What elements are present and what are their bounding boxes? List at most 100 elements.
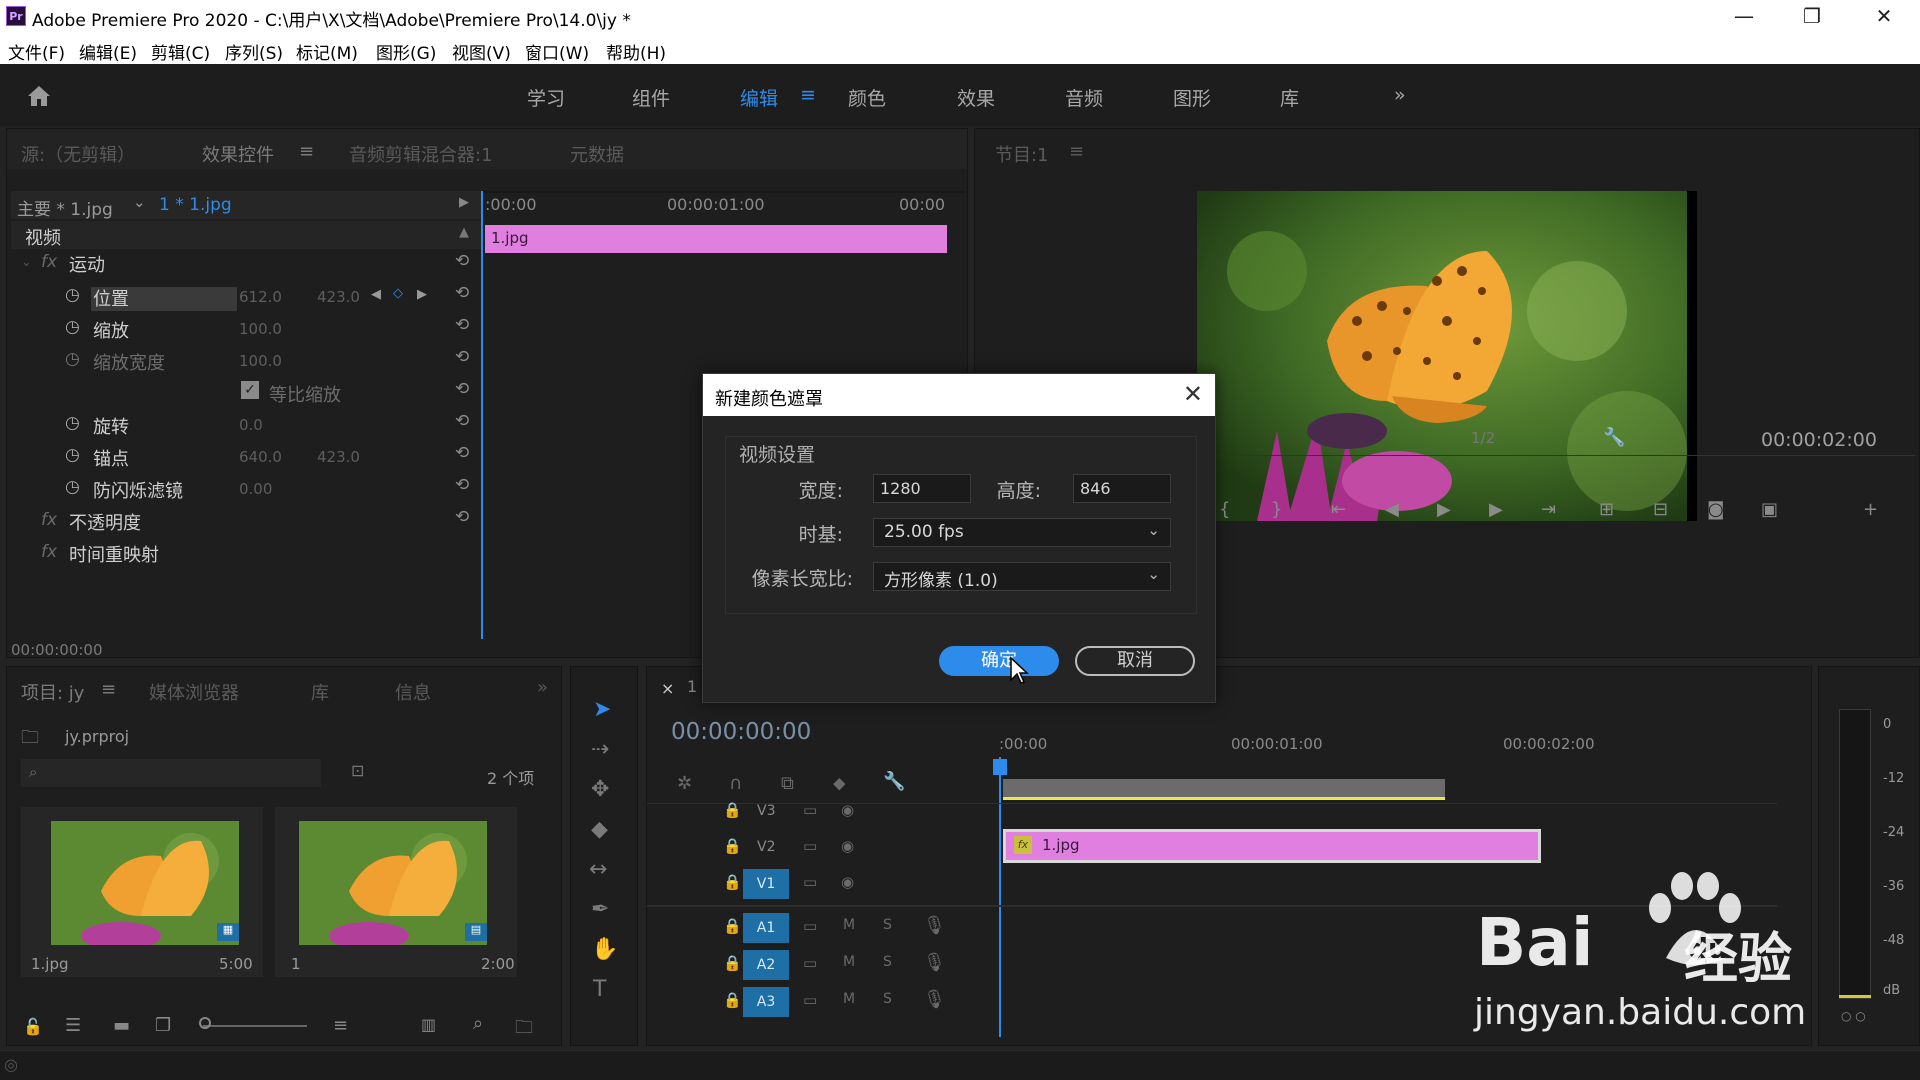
cancel-button[interactable]: 取消 [1075,646,1195,676]
track-lock-icon[interactable]: 🔒 [723,917,742,935]
toggle-output-eye-icon[interactable]: ◉ [841,837,854,855]
param-anchor-y[interactable]: 423.0 [317,448,360,466]
cc-sync-icon[interactable]: ◎ [4,1055,18,1074]
selection-tool-icon[interactable]: ➤ [593,697,611,722]
sync-lock-icon[interactable]: ▭ [803,991,817,1009]
lift-icon[interactable]: ⊞ [1599,499,1614,520]
next-keyframe-icon[interactable]: ▶ [417,287,427,302]
workspace-graphics[interactable]: 图形 [1173,84,1211,111]
go-to-out-icon[interactable]: ⇥ [1541,499,1556,520]
close-sequence-icon[interactable]: × [661,679,674,698]
project-menu-icon[interactable]: ≡ [101,679,116,700]
sequence-clip-label[interactable]: 1 * 1.jpg [159,195,232,215]
snap-icon[interactable]: ∩ [729,773,742,794]
param-scale-value[interactable]: 100.0 [239,320,282,338]
tab-source[interactable]: 源:（无剪辑） [21,141,135,167]
reset-icon[interactable]: ⟲ [455,507,469,527]
timeline-timecode[interactable]: 00:00:00:00 [671,719,811,745]
menu-file[interactable]: 文件(F) [8,39,65,64]
track-lock-icon[interactable]: 🔒 [723,954,742,972]
fx-badge-icon[interactable]: fx [41,252,57,272]
voiceover-mic-icon[interactable]: 🎙 [923,989,946,1010]
program-timecode[interactable]: 00:00:02:00 [1761,429,1877,451]
menu-edit[interactable]: 编辑(E) [79,39,137,64]
wrench-icon[interactable]: 🔧 [1603,427,1625,448]
program-fraction[interactable]: 1/2 [1471,429,1495,447]
height-input[interactable]: 846 [1073,474,1171,503]
close-window-button[interactable]: ✕ [1850,0,1918,34]
ripple-edit-tool-icon[interactable]: ✥ [591,777,609,802]
tab-audio-clip-mixer[interactable]: 音频剪辑混合器:1 [349,141,493,167]
chevron-down-icon[interactable]: ⌄ [133,193,146,211]
workspace-effects[interactable]: 效果 [957,84,995,111]
param-position-x[interactable]: 612.0 [239,288,282,306]
sync-lock-icon[interactable]: ▭ [803,954,817,972]
linked-selection-icon[interactable]: ⧉ [781,773,794,794]
menu-graphics[interactable]: 图形(G) [376,39,436,64]
program-ruler[interactable] [1175,455,1915,456]
sync-lock-icon[interactable]: ▭ [803,873,817,891]
list-view-icon[interactable]: ☰ [65,1015,81,1036]
workspace-libraries[interactable]: 库 [1280,84,1299,111]
master-clip-label[interactable]: 主要 * 1.jpg [17,195,113,220]
menu-window[interactable]: 窗口(W) [525,39,589,64]
fx-badge-icon[interactable]: fx [41,510,57,530]
work-area-bar[interactable] [1003,779,1445,799]
tab-metadata[interactable]: 元数据 [570,141,624,167]
workspace-assembly[interactable]: 组件 [632,84,670,111]
go-to-in-icon[interactable]: ⇤ [1331,499,1346,520]
reset-icon[interactable]: ⟲ [455,347,469,367]
voiceover-mic-icon[interactable]: 🎙 [923,952,946,973]
fx-badge-icon[interactable]: fx [41,542,57,562]
sync-lock-icon[interactable]: ▭ [803,837,817,855]
mark-in-icon[interactable]: { [1219,499,1230,520]
comparison-view-icon[interactable]: ▣ [1761,499,1778,520]
reset-icon[interactable]: ⟲ [455,315,469,335]
minimize-button[interactable]: — [1710,0,1778,34]
mute-button[interactable]: M [843,954,855,970]
add-button-icon[interactable]: + [1863,499,1878,520]
menu-view[interactable]: 视图(V) [452,39,511,64]
workspace-more-icon[interactable]: » [1394,84,1406,106]
play-icon[interactable]: ▶ [1437,499,1451,520]
tab-program[interactable]: 节目:1 [995,141,1049,167]
extract-icon[interactable]: ⊟ [1653,499,1668,520]
zoom-slider[interactable] [203,1025,307,1027]
hand-tool-icon[interactable]: ✋ [591,937,618,962]
track-target-a2[interactable]: A2 [743,950,789,980]
width-input[interactable]: 1280 [873,474,971,503]
sort-icon[interactable]: ≡ [333,1015,348,1036]
menu-clip[interactable]: 剪辑(C) [151,39,210,64]
timebase-select[interactable]: 25.00 fps ⌄ [873,518,1171,547]
track-lock-icon[interactable]: 🔒 [723,801,742,819]
lock-icon[interactable]: 🔓 [23,1017,43,1036]
step-forward-icon[interactable]: ▶ [1489,499,1503,520]
nest-icon[interactable]: ✲ [677,773,692,794]
toggle-output-eye-icon[interactable]: ◉ [841,873,854,891]
project-item-card[interactable]: ▤ 1 2:00 [275,807,517,977]
reset-icon[interactable]: ⟲ [455,411,469,431]
home-icon[interactable] [26,84,52,108]
workspace-menu-icon[interactable]: ≡ [800,84,816,106]
tab-libraries[interactable]: 库 [311,679,329,705]
restore-button[interactable]: ❐ [1778,0,1846,34]
slip-tool-icon[interactable]: ↔ [589,857,607,882]
ok-button[interactable]: 确定 [939,646,1059,676]
new-bin-icon[interactable]: 🗀 [515,1015,533,1045]
reset-icon[interactable]: ⟲ [455,283,469,303]
step-back-icon[interactable]: ◀ [1385,499,1399,520]
pen-tool-icon[interactable]: ✒ [591,897,609,922]
sync-lock-icon[interactable]: ▭ [803,917,817,935]
toggle-output-eye-icon[interactable]: ◉ [841,801,854,819]
ec-timecode[interactable]: 00:00:00:00 [11,641,103,659]
solo-indicators-icon[interactable]: ○ ○ [1841,1009,1866,1023]
close-icon[interactable]: ✕ [1183,380,1203,408]
razor-tool-icon[interactable]: ◆ [591,817,608,842]
freeform-view-icon[interactable]: ❐ [155,1015,171,1036]
twirl-open-icon[interactable]: ⌄ [21,255,32,270]
workspace-color[interactable]: 颜色 [848,84,886,111]
reset-icon[interactable]: ⟲ [455,251,469,271]
reset-icon[interactable]: ⟲ [455,475,469,495]
timeline-settings-icon[interactable]: 🔧 [883,771,905,792]
add-marker-icon[interactable]: ⬥ [833,773,846,794]
